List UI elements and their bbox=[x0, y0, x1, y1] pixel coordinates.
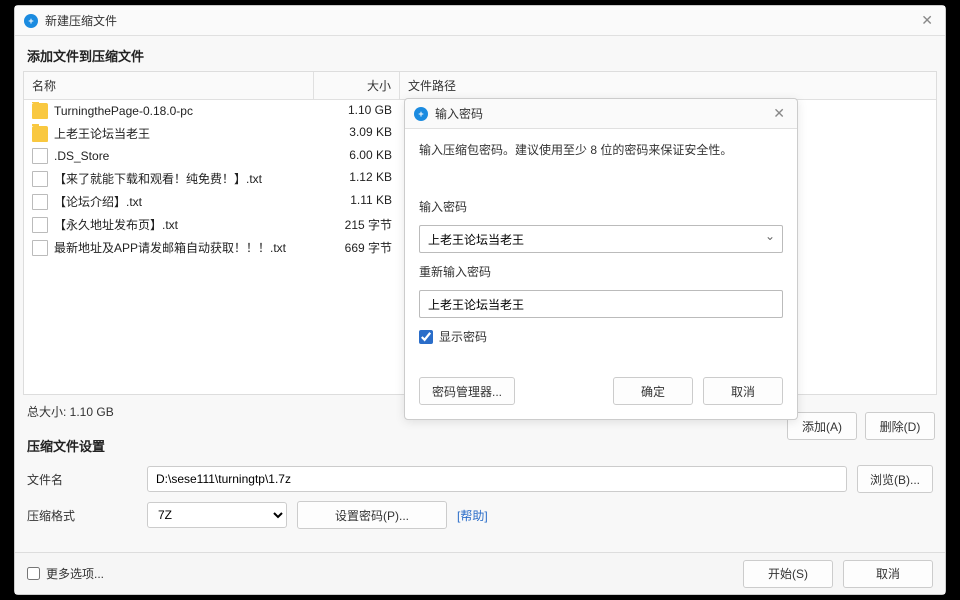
file-size: 1.12 KB bbox=[314, 169, 400, 188]
settings-section: 压缩文件设置 文件名 浏览(B)... 压缩格式 7Z 设置密码(P)... [… bbox=[15, 428, 945, 545]
password-input[interactable] bbox=[419, 225, 783, 253]
file-size: 215 字节 bbox=[314, 215, 400, 234]
show-password-checkbox[interactable] bbox=[419, 330, 433, 344]
format-select[interactable]: 7Z bbox=[147, 502, 287, 528]
folder-icon bbox=[32, 126, 48, 142]
password-confirm-input[interactable] bbox=[419, 290, 783, 318]
main-titlebar: + 新建压缩文件 ✕ bbox=[15, 6, 945, 36]
password-manager-button[interactable]: 密码管理器... bbox=[419, 377, 515, 405]
pw2-input-wrap bbox=[419, 290, 783, 318]
col-size[interactable]: 大小 bbox=[314, 72, 400, 99]
pw2-label: 重新输入密码 bbox=[419, 263, 783, 280]
app-icon: + bbox=[23, 13, 39, 29]
show-password-row: 显示密码 bbox=[419, 328, 783, 345]
pw-label: 输入密码 bbox=[419, 198, 783, 215]
filename-row: 文件名 浏览(B)... bbox=[27, 465, 933, 493]
filename-label: 文件名 bbox=[27, 471, 137, 488]
dialog-cancel-button[interactable]: 取消 bbox=[703, 377, 783, 405]
file-header: 名称 大小 文件路径 bbox=[24, 72, 936, 100]
add-delete-row: 添加(A) 删除(D) bbox=[787, 412, 935, 440]
delete-button[interactable]: 删除(D) bbox=[865, 412, 935, 440]
dialog-hint: 输入压缩包密码。建议使用至少 8 位的密码来保证安全性。 bbox=[419, 141, 783, 158]
window-title: 新建压缩文件 bbox=[45, 12, 917, 29]
help-link[interactable]: [帮助] bbox=[457, 507, 488, 524]
file-name: 上老王论坛当老王 bbox=[54, 125, 150, 142]
pw-input-wrap bbox=[419, 225, 783, 253]
file-size: 1.10 GB bbox=[314, 102, 400, 120]
dialog-icon: + bbox=[413, 106, 429, 122]
filename-input[interactable] bbox=[147, 466, 847, 492]
file-name: 最新地址及APP请发邮箱自动获取！！！.txt bbox=[54, 239, 286, 256]
file-icon bbox=[32, 194, 48, 210]
dialog-body: 输入压缩包密码。建议使用至少 8 位的密码来保证安全性。 输入密码 重新输入密码… bbox=[405, 129, 797, 367]
dialog-title: 输入密码 bbox=[435, 105, 769, 122]
col-path[interactable]: 文件路径 bbox=[400, 72, 936, 99]
dialog-footer: 密码管理器... 确定 取消 bbox=[405, 367, 797, 419]
file-icon bbox=[32, 240, 48, 256]
dialog-ok-button[interactable]: 确定 bbox=[613, 377, 693, 405]
more-options-label: 更多选项... bbox=[46, 565, 104, 582]
password-dialog: + 输入密码 ✕ 输入压缩包密码。建议使用至少 8 位的密码来保证安全性。 输入… bbox=[404, 98, 798, 420]
file-name: .DS_Store bbox=[54, 149, 109, 163]
file-size: 3.09 KB bbox=[314, 124, 400, 143]
format-row: 压缩格式 7Z 设置密码(P)... [帮助] bbox=[27, 501, 933, 529]
dialog-close-icon[interactable]: ✕ bbox=[769, 105, 789, 122]
col-name[interactable]: 名称 bbox=[24, 72, 314, 99]
format-label: 压缩格式 bbox=[27, 507, 137, 524]
file-name: 【论坛介绍】.txt bbox=[54, 193, 142, 210]
file-name: TurningthePage-0.18.0-pc bbox=[54, 104, 193, 118]
file-icon bbox=[32, 171, 48, 187]
add-files-label: 添加文件到压缩文件 bbox=[15, 36, 945, 71]
folder-icon bbox=[32, 103, 48, 119]
file-size: 1.11 KB bbox=[314, 192, 400, 211]
start-button[interactable]: 开始(S) bbox=[743, 560, 833, 588]
dialog-titlebar: + 输入密码 ✕ bbox=[405, 99, 797, 129]
close-icon[interactable]: ✕ bbox=[917, 12, 937, 29]
file-size: 669 字节 bbox=[314, 238, 400, 257]
file-name: 【永久地址发布页】.txt bbox=[54, 216, 178, 233]
browse-button[interactable]: 浏览(B)... bbox=[857, 465, 933, 493]
set-password-button[interactable]: 设置密码(P)... bbox=[297, 501, 447, 529]
file-icon bbox=[32, 148, 48, 164]
more-options-checkbox[interactable] bbox=[27, 567, 40, 580]
file-size: 6.00 KB bbox=[314, 147, 400, 165]
file-icon bbox=[32, 217, 48, 233]
bottom-bar: 更多选项... 开始(S) 取消 bbox=[15, 552, 945, 594]
bottom-buttons: 开始(S) 取消 bbox=[743, 560, 933, 588]
file-name: 【来了就能下载和观看！纯免费！】.txt bbox=[54, 170, 262, 187]
cancel-button[interactable]: 取消 bbox=[843, 560, 933, 588]
show-password-label: 显示密码 bbox=[439, 328, 487, 345]
